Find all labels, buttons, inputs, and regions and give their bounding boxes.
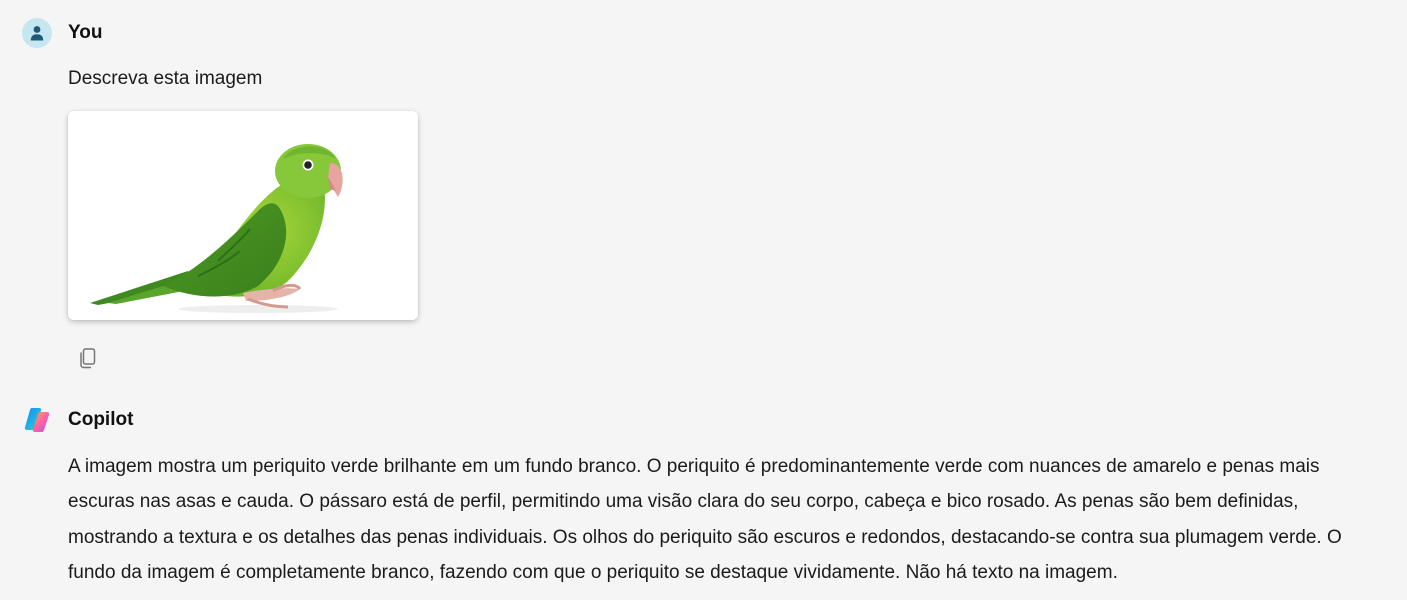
- user-message-text: Descreva esta imagem: [68, 68, 263, 89]
- attached-image[interactable]: [68, 111, 418, 320]
- user-author-name: You: [68, 22, 103, 43]
- parakeet-photo: [68, 111, 418, 320]
- copy-button[interactable]: [76, 346, 100, 370]
- copilot-response-text: A imagem mostra um periquito verde brilh…: [68, 456, 1342, 583]
- copilot-author-name: Copilot: [68, 409, 134, 430]
- assistant-message-header: Copilot: [22, 405, 133, 435]
- person-icon: [30, 26, 44, 41]
- copilot-logo-icon: [24, 408, 50, 432]
- user-message-header: You: [22, 18, 102, 48]
- user-avatar: [22, 18, 52, 48]
- copilot-avatar: [22, 405, 52, 435]
- copy-icon: [80, 348, 96, 369]
